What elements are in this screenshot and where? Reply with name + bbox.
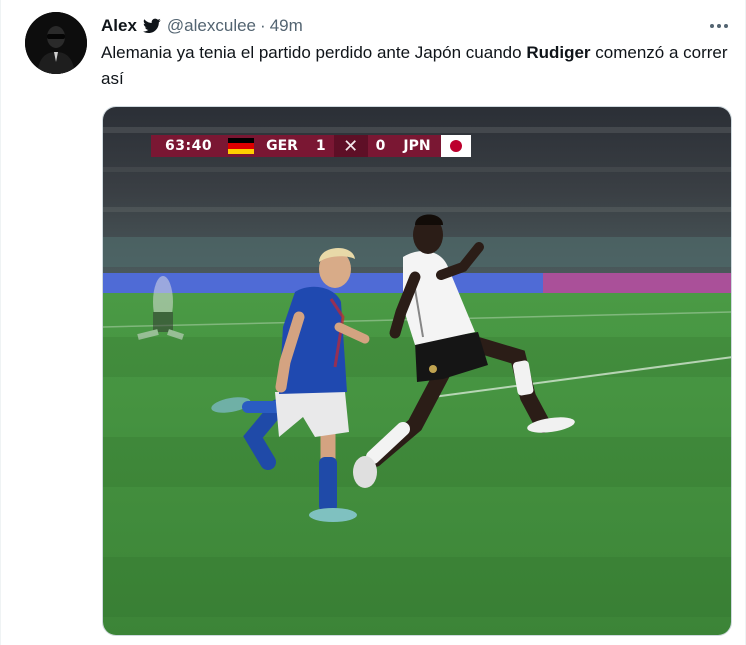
more-options-button[interactable] [707, 16, 731, 36]
twitter-bird-icon [142, 18, 161, 34]
tweet-text-start: Alemania ya tenia el partido perdido ant… [101, 43, 527, 62]
home-team: GER [256, 135, 308, 157]
avatar[interactable] [25, 12, 87, 74]
tweet-header: Alex @alexculee · 49m [101, 14, 303, 38]
tweet-timestamp[interactable]: 49m [270, 16, 303, 36]
match-photo [103, 107, 731, 635]
home-score: 1 [307, 135, 334, 157]
tweet-text: Alemania ya tenia el partido perdido ant… [101, 40, 737, 92]
avatar-image [25, 12, 87, 74]
tweet-media[interactable]: 63:40 GER 1 ✕ 0 JPN [102, 106, 732, 636]
tournament-logo-icon: ✕ [333, 135, 368, 157]
user-handle[interactable]: @alexculee [167, 16, 256, 36]
display-name[interactable]: Alex [101, 16, 137, 36]
away-team: JPN [393, 135, 441, 157]
more-options-icon [710, 24, 728, 28]
away-score: 0 [367, 135, 394, 157]
match-clock: 63:40 [151, 135, 227, 157]
tweet[interactable]: Alex @alexculee · 49m Alemania ya tenia … [0, 0, 746, 645]
separator-dot: · [260, 16, 266, 35]
tweet-text-bold: Rudiger [526, 43, 591, 62]
japan-flag-icon [440, 135, 471, 157]
germany-flag-icon [226, 135, 257, 157]
scoreboard: 63:40 GER 1 ✕ 0 JPN [151, 135, 471, 157]
